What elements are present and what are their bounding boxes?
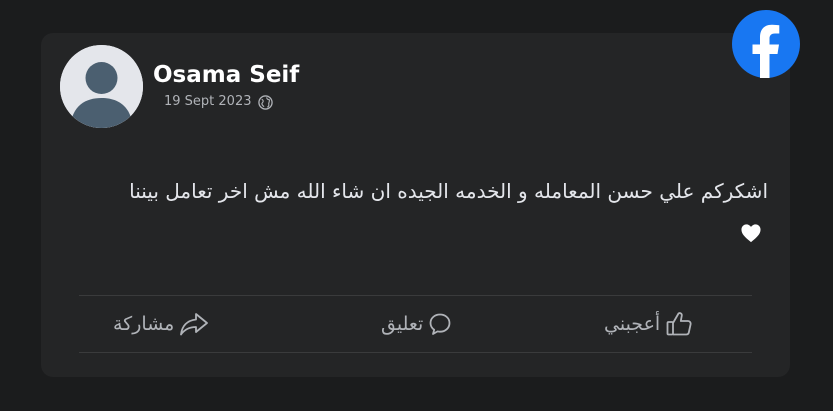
- white-heart-icon: [741, 223, 761, 242]
- divider-bottom: [79, 352, 752, 353]
- share-arrow-icon: [180, 313, 209, 336]
- post-body: اشكركم علي حسن المعامله و الخدمه الجيده …: [108, 171, 768, 251]
- share-button[interactable]: مشاركة: [113, 296, 210, 352]
- author-name[interactable]: Osama Seif: [153, 60, 299, 90]
- comment-bubble-icon: [429, 313, 451, 335]
- comment-button[interactable]: تعليق: [381, 296, 453, 352]
- facebook-logo: [732, 10, 800, 78]
- avatar[interactable]: [60, 45, 143, 128]
- share-label: مشاركة: [113, 313, 175, 335]
- facebook-icon: [732, 10, 800, 78]
- default-user-silhouette-icon: [60, 45, 143, 128]
- post-actions-bar: أعجبني تعليق مشاركة: [79, 296, 752, 352]
- post-text: اشكركم علي حسن المعامله و الخدمه الجيده …: [129, 179, 768, 203]
- comment-label: تعليق: [381, 313, 424, 335]
- post-date[interactable]: 19 Sept 2023: [164, 93, 252, 111]
- globe-icon: [257, 94, 273, 110]
- testimonial-post-card: Osama Seif 19 Sept 2023 اشكركم علي حسن ا…: [41, 33, 790, 377]
- like-label: أعجبني: [604, 313, 661, 335]
- like-button[interactable]: أعجبني: [604, 296, 694, 352]
- thumbs-up-icon: [666, 312, 692, 336]
- post-meta: 19 Sept 2023: [164, 93, 273, 111]
